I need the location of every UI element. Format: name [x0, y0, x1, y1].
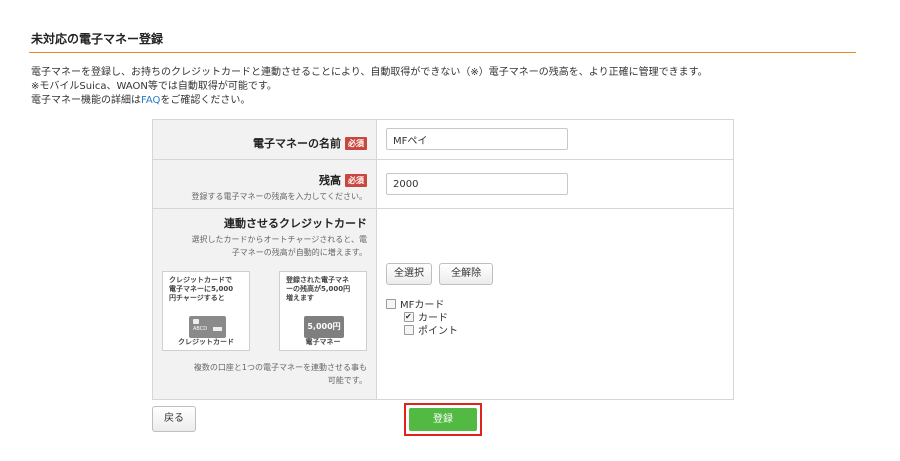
- flow-text-line: 登録された電子マネ: [286, 276, 349, 284]
- required-badge: 必須: [345, 137, 367, 150]
- credit-card-icon: ABCD: [189, 316, 226, 338]
- account-item-card[interactable]: カード: [386, 310, 733, 325]
- flow-text: 登録された電子マネ ーの残高が5,000円 増えます: [280, 272, 366, 303]
- faq-prefix: 電子マネー機能の詳細は: [31, 95, 141, 106]
- form-row-card: 連動させるクレジットカード 選択したカードからオートチャージされると、電 子マネ…: [152, 208, 734, 400]
- description-line: 電子マネーを登録し、お持ちのクレジットカードと連動させることにより、自動取得がで…: [31, 67, 708, 78]
- balance-value-cell: [376, 159, 734, 209]
- balance-label-cell: 残高 必須 登録する電子マネーの残高を入力してください。: [152, 159, 377, 209]
- flow-text-line: ーの残高が5,000円: [286, 285, 351, 293]
- required-badge: 必須: [345, 174, 367, 187]
- description-line: ※モバイルSuica、WAON等では自動取得が可能です。: [31, 81, 277, 92]
- title-divider: [29, 52, 856, 53]
- account-tree: MFカード カード ポイント: [377, 285, 733, 338]
- checkbox[interactable]: [386, 299, 396, 309]
- registration-form: 電子マネーの名前必須 残高必須 登録する電子マネーの残高を入力してください。 連…: [152, 119, 734, 400]
- flow-text-line: 円チャージすると: [169, 294, 225, 302]
- card-value-cell: 全選択 全解除 MFカード カード ポイント: [376, 208, 734, 400]
- balance-label: 残高: [319, 174, 341, 187]
- card-label: 連動させるクレジットカード: [224, 217, 367, 230]
- name-label: 電子マネーの名前: [253, 137, 341, 150]
- page-title: 未対応の電子マネー登録: [31, 32, 164, 46]
- name-value-cell: [376, 119, 734, 160]
- flow-text: クレジットカードで 電子マネーに5,000 円チャージすると: [163, 272, 249, 303]
- select-all-button[interactable]: 全選択: [386, 263, 432, 285]
- form-row-name: 電子マネーの名前 必須: [152, 119, 734, 160]
- flow-text-line: 電子マネーに5,000: [169, 285, 234, 293]
- balance-input[interactable]: [386, 173, 568, 195]
- multi-account-note: 複数の口座と1つの電子マネーを連動させる事も: [193, 363, 367, 372]
- flow-text-line: 増えます: [286, 294, 314, 302]
- account-label: カード: [418, 313, 448, 324]
- balance-help: 登録する電子マネーの残高を入力してください。: [191, 192, 367, 201]
- form-row-balance: 残高 必須 登録する電子マネーの残高を入力してください。: [152, 159, 734, 209]
- card-number-text: ABCD: [193, 326, 208, 332]
- account-label: ポイント: [418, 326, 458, 337]
- checkbox-checked[interactable]: [404, 310, 414, 323]
- faq-link[interactable]: FAQ: [141, 95, 160, 106]
- flow-emoney-box: 登録された電子マネ ーの残高が5,000円 増えます 5,000円 電子マネー: [279, 271, 367, 351]
- charge-flow-diagram: クレジットカードで 電子マネーに5,000 円チャージすると ABCD クレジッ…: [162, 271, 367, 351]
- back-button[interactable]: 戻る: [152, 406, 196, 432]
- register-button[interactable]: 登録: [409, 408, 477, 431]
- faq-suffix: をご確認ください。: [160, 95, 251, 106]
- checkbox[interactable]: [404, 325, 414, 335]
- card-help-line: 子マネーの残高が自動的に増えます。: [231, 248, 367, 257]
- submit-highlight: 登録: [404, 403, 482, 436]
- account-item-point[interactable]: ポイント: [386, 325, 733, 338]
- account-group-mf-card[interactable]: MFカード: [386, 299, 733, 312]
- name-input[interactable]: [386, 128, 568, 150]
- flow-credit-card-box: クレジットカードで 電子マネーに5,000 円チャージすると ABCD クレジッ…: [162, 271, 250, 351]
- card-label-cell: 連動させるクレジットカード 選択したカードからオートチャージされると、電 子マネ…: [152, 208, 377, 400]
- flow-caption: クレジットカード: [178, 338, 234, 346]
- multi-account-note: 可能です。: [327, 376, 367, 385]
- name-label-cell: 電子マネーの名前 必須: [152, 119, 377, 160]
- description-faq-line: 電子マネー機能の詳細はFAQをご確認ください。: [31, 94, 708, 108]
- flow-caption: 電子マネー: [305, 338, 341, 346]
- emoney-icon: 5,000円: [304, 316, 344, 338]
- card-help-line: 選択したカードからオートチャージされると、電: [191, 235, 367, 244]
- page-description: 電子マネーを登録し、お持ちのクレジットカードと連動させることにより、自動取得がで…: [31, 66, 708, 108]
- deselect-all-button[interactable]: 全解除: [439, 263, 494, 285]
- flow-text-line: クレジットカードで: [169, 276, 232, 284]
